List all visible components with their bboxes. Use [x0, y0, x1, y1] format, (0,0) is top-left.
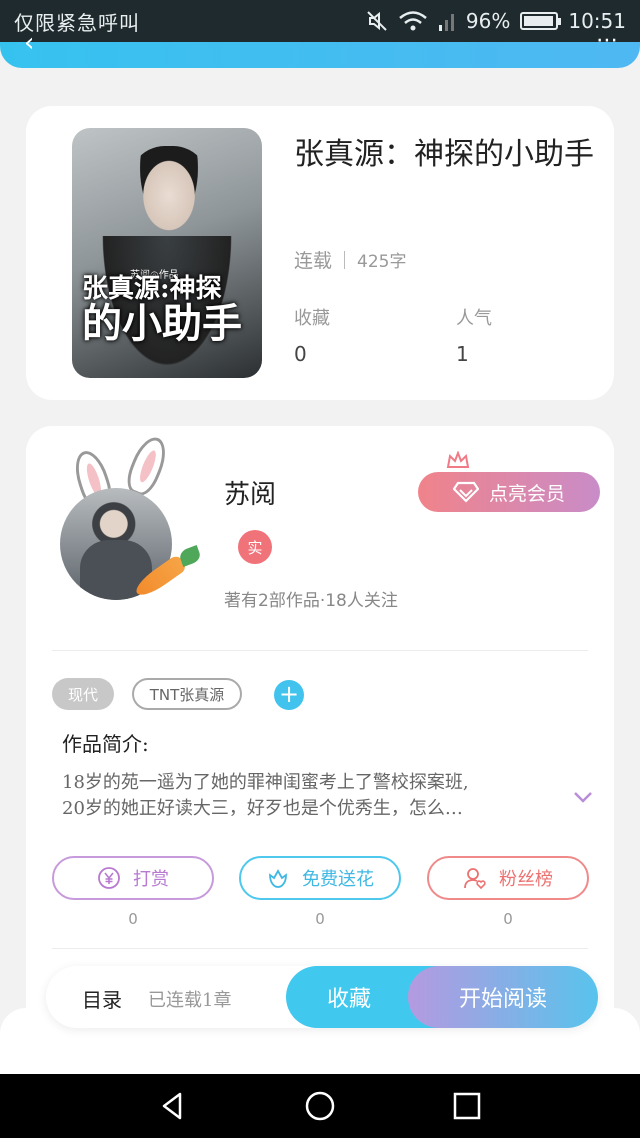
bottom-action-bar: 目录 已连载1章 收藏 开始阅读 — [46, 966, 598, 1028]
word-count: 425字 — [357, 252, 407, 272]
start-reading-button[interactable]: 开始阅读 — [408, 966, 598, 1028]
book-cover[interactable]: 苏阅◎作品 张真源:神探 的小助手 — [72, 128, 262, 378]
cover-title: 张真源:神探 的小助手 — [82, 275, 258, 348]
diamond-icon — [452, 481, 479, 503]
intro-line: 18岁的苑一遥为了她的罪神闺蜜考上了警校探案班, — [62, 772, 469, 793]
flower-label: 免费送花 — [302, 869, 374, 890]
author-name[interactable]: 苏阅 — [224, 474, 276, 511]
reward-count: 0 — [128, 910, 138, 928]
meta-divider — [344, 250, 346, 269]
vip-button-label: 点亮会员 — [488, 482, 565, 505]
add-tag-button[interactable]: + — [274, 680, 304, 710]
cover-title-line2: 的小助手 — [82, 300, 242, 348]
fan-ranking-button[interactable]: 粉丝榜 — [427, 856, 589, 900]
popularity-stat-value: 1 — [456, 342, 469, 366]
system-nav-bar — [0, 1074, 640, 1138]
tag-chip[interactable]: 现代 — [52, 678, 114, 710]
catalog-status[interactable]: 已连载1章 — [148, 986, 231, 1012]
divider — [52, 650, 588, 651]
cover-figure-head — [124, 146, 214, 256]
collect-stat-value: 0 — [294, 342, 307, 366]
tag-chip[interactable]: TNT张真源 — [132, 678, 242, 710]
send-flower-button[interactable]: 免费送花 — [239, 856, 401, 900]
chevron-down-icon[interactable] — [572, 786, 594, 808]
carrot-leaf-icon — [177, 545, 203, 567]
verified-badge: 实 — [238, 530, 272, 564]
crown-icon — [446, 450, 470, 474]
vip-button[interactable]: 点亮会员 — [418, 472, 600, 512]
book-status: 连载 — [294, 250, 333, 272]
status-bar: 仅限紧急呼叫 96% 10:51 — [0, 0, 640, 42]
divider — [52, 948, 588, 949]
intro-line: 20岁的她正好读大三，好歹也是个优秀生，怎么… — [62, 798, 463, 819]
catalog-button[interactable]: 目录 — [82, 984, 122, 1013]
back-icon[interactable]: ‹ — [24, 28, 34, 58]
flower-count: 0 — [315, 910, 325, 928]
book-info-card: 苏阅◎作品 张真源:神探 的小助手 张真源：神探的小助手 连载 425字 收藏 … — [26, 106, 614, 400]
signal-icon — [438, 10, 456, 32]
book-title: 张真源：神探的小助手 — [294, 137, 594, 172]
reward-label: 打赏 — [133, 869, 169, 890]
fans-label: 粉丝榜 — [499, 869, 553, 890]
book-meta: 连载 425字 — [294, 246, 406, 273]
recents-square-icon[interactable] — [450, 1089, 484, 1123]
intro-title: 作品简介: — [62, 732, 149, 756]
intro-text: 18岁的苑一遥为了她的罪神闺蜜考上了警校探案班, 20岁的她正好读大三，好歹也是… — [62, 770, 562, 822]
status-icons: 96% 10:51 — [366, 9, 626, 33]
author-avatar-frame[interactable] — [56, 432, 203, 606]
mute-icon — [366, 10, 388, 32]
header-bar: ‹ ⋯ — [0, 28, 640, 68]
user-heart-icon — [464, 868, 486, 890]
home-circle-icon[interactable] — [303, 1089, 337, 1123]
popularity-stat-label: 人气 — [456, 308, 492, 329]
battery-icon — [520, 12, 562, 30]
flower-icon — [269, 869, 287, 888]
yen-coin-icon — [98, 867, 120, 889]
fans-count: 0 — [503, 910, 513, 928]
back-triangle-icon[interactable] — [156, 1089, 190, 1123]
collect-stat-label: 收藏 — [294, 308, 330, 329]
battery-percent: 96% — [465, 9, 511, 33]
wifi-icon — [398, 10, 428, 32]
author-stats: 著有2部作品·18人关注 — [224, 591, 398, 611]
share-icon[interactable]: ⋯ — [596, 28, 618, 53]
reward-button[interactable]: 打赏 — [52, 856, 214, 900]
